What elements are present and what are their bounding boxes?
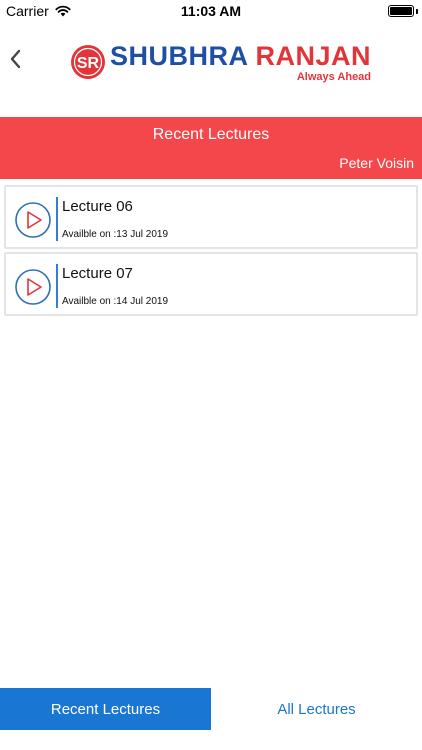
status-time: 11:03 AM: [180, 3, 242, 19]
lecture-list: Lecture 06 Availble on :13 Jul 2019 Lect…: [4, 185, 418, 319]
lecture-availability: Availble on :13 Jul 2019: [62, 229, 169, 240]
back-button[interactable]: [4, 44, 26, 74]
play-circle-icon[interactable]: [14, 268, 52, 306]
app-header: SR SHUBHRA RANJAN Always Ahead: [0, 22, 422, 118]
bottom-tab-bar: Recent Lectures All Lectures: [0, 688, 422, 730]
lecture-availability: Availble on :14 Jul 2019: [62, 296, 169, 307]
user-name: Peter Voisin: [339, 155, 414, 171]
list-item[interactable]: Lecture 06 Availble on :13 Jul 2019: [4, 185, 418, 249]
logo-tagline: Always Ahead: [296, 70, 372, 83]
item-divider: [56, 197, 58, 241]
brand-logo: SR SHUBHRA RANJAN Always Ahead: [70, 38, 371, 86]
logo-mark-icon: SR: [71, 45, 105, 79]
page-banner: Recent Lectures Peter Voisin: [0, 117, 422, 179]
page-title: Recent Lectures: [152, 126, 270, 143]
tab-all-lectures[interactable]: All Lectures: [211, 688, 422, 730]
battery-icon: [388, 5, 414, 17]
tab-recent-lectures[interactable]: Recent Lectures: [0, 688, 211, 730]
status-bar: Carrier 11:03 AM: [0, 0, 422, 22]
logo-title: SHUBHRA RANJAN: [110, 40, 372, 71]
item-divider: [56, 264, 58, 308]
play-circle-icon[interactable]: [14, 201, 52, 239]
lecture-title: Lecture 07: [62, 265, 133, 282]
logo-mark-text: SR: [77, 55, 100, 72]
chevron-left-icon: [10, 49, 21, 69]
list-item[interactable]: Lecture 07 Availble on :14 Jul 2019: [4, 252, 418, 316]
lecture-title: Lecture 06: [62, 198, 133, 215]
